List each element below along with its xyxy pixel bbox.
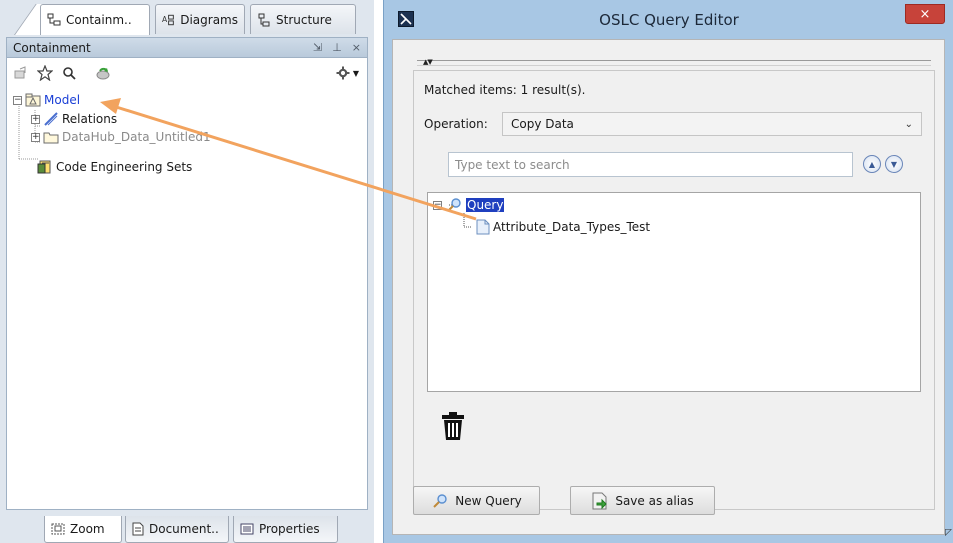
pin-view-icon[interactable]: ⊥ [332, 41, 342, 54]
tree-row-code-engineering[interactable]: Code Engineering Sets [37, 158, 192, 176]
save-as-alias-label: Save as alias [615, 493, 694, 508]
package-icon [25, 93, 41, 107]
result-label-query: Query [466, 198, 505, 212]
tree-row-relations[interactable]: + Relations [31, 110, 117, 128]
result-row-query[interactable]: − Query [433, 196, 505, 214]
detach-view-icon[interactable]: ⇲ [313, 41, 322, 54]
folder-icon [43, 132, 59, 144]
search-input[interactable]: Type text to search [448, 152, 853, 177]
diagrams-icon: A [162, 14, 174, 25]
expand-toggle[interactable]: + [31, 132, 40, 142]
view-controls: ⇲ ⊥ × [313, 41, 361, 54]
matched-items-text: Matched items: 1 result(s). [424, 83, 586, 97]
tree-label-datahub: DataHub_Data_Untitled1 [62, 130, 211, 144]
operation-select[interactable]: Copy Data ⌄ [502, 112, 922, 136]
options-menu[interactable]: ▼ [336, 66, 359, 80]
tab-structure[interactable]: Structure [250, 4, 356, 34]
tab-diagrams-label: Diagrams [180, 12, 238, 27]
containment-toolbar: ▼ [6, 58, 368, 88]
chevron-down-icon: ▼ [352, 68, 359, 78]
splitter-arrows-icon[interactable]: ▲▼ [423, 58, 433, 66]
next-match-button[interactable]: ▼ [885, 155, 903, 173]
tab-documentation-label: Document.. [149, 522, 219, 536]
search-placeholder: Type text to search [455, 157, 570, 172]
collapse-toggle[interactable]: − [13, 95, 22, 105]
trash-icon[interactable] [440, 411, 466, 441]
containment-panel: Containm.. A Diagrams Structure Containm… [0, 0, 374, 543]
search-icon [433, 493, 447, 508]
tab-containment-label: Containm.. [66, 13, 132, 27]
expand-toggle[interactable]: + [31, 114, 40, 124]
containment-tree-icon [47, 13, 61, 26]
containment-view-header: Containment ⇲ ⊥ × [6, 37, 368, 58]
tree-row-datahub[interactable]: + DataHub_Data_Untitled1 [31, 128, 211, 146]
properties-icon [240, 523, 254, 535]
result-label-attribute: Attribute_Data_Types_Test [493, 220, 651, 234]
gear-icon [336, 66, 350, 80]
relations-icon [44, 112, 58, 126]
splitter-bar[interactable] [417, 60, 931, 66]
search-icon[interactable] [61, 65, 77, 81]
top-tab-bar: Containm.. A Diagrams Structure [0, 0, 374, 38]
view-title: Containment [13, 40, 91, 55]
operation-value: Copy Data [511, 117, 574, 131]
operation-label: Operation: [424, 117, 488, 131]
tab-diagrams[interactable]: A Diagrams [155, 4, 245, 34]
query-search-icon [447, 198, 461, 212]
add-element-icon[interactable] [13, 65, 29, 81]
collapse-toggle[interactable]: − [433, 200, 442, 210]
bottom-tab-bar: Zoom Document.. Properties [0, 512, 374, 543]
tab-zoom[interactable]: Zoom [44, 516, 122, 543]
structure-icon [258, 13, 270, 26]
close-button[interactable]: × [905, 4, 945, 24]
star-icon[interactable] [37, 65, 53, 81]
tab-structure-label: Structure [276, 12, 332, 27]
save-as-alias-button[interactable]: Save as alias [570, 486, 715, 515]
tree-row-model[interactable]: − Model [13, 91, 80, 109]
document-icon [132, 522, 144, 536]
tab-documentation[interactable]: Document.. [125, 516, 229, 543]
resize-grip-icon[interactable]: ◸ [945, 528, 952, 538]
refresh-model-icon[interactable] [95, 65, 111, 81]
oslc-query-editor-dialog: OSLC Query Editor × ▲▼ Matched items: 1 … [383, 0, 953, 543]
new-query-label: New Query [455, 493, 522, 508]
dialog-body: ▲▼ Matched items: 1 result(s). Operation… [392, 39, 945, 535]
previous-match-button[interactable]: ▲ [863, 155, 881, 173]
save-alias-icon [592, 492, 608, 509]
result-row-attribute[interactable]: Attribute_Data_Types_Test [476, 218, 650, 236]
document-file-icon [476, 219, 490, 235]
tab-properties-label: Properties [259, 522, 320, 536]
zoom-icon [51, 523, 65, 535]
result-tree: − Query Attribute_Data_Types_Test [427, 192, 921, 392]
dialog-title: OSLC Query Editor [599, 11, 739, 29]
code-sets-icon [37, 160, 51, 174]
new-query-button[interactable]: New Query [413, 486, 540, 515]
close-view-icon[interactable]: × [352, 41, 361, 54]
query-panel: Matched items: 1 result(s). Operation: C… [413, 70, 935, 510]
svg-text:A: A [162, 14, 168, 23]
tab-containment[interactable]: Containm.. [40, 4, 150, 35]
containment-tree: − Model + Relations + DataHub_Data_Untit… [6, 88, 368, 510]
dialog-titlebar[interactable]: OSLC Query Editor × [384, 0, 953, 39]
tree-label-model: Model [44, 93, 81, 107]
tree-label-code-engineering: Code Engineering Sets [56, 160, 193, 174]
chevron-down-icon: ⌄ [904, 118, 913, 130]
tab-zoom-label: Zoom [70, 522, 105, 536]
tab-properties[interactable]: Properties [233, 516, 338, 543]
tree-label-relations: Relations [62, 112, 118, 126]
